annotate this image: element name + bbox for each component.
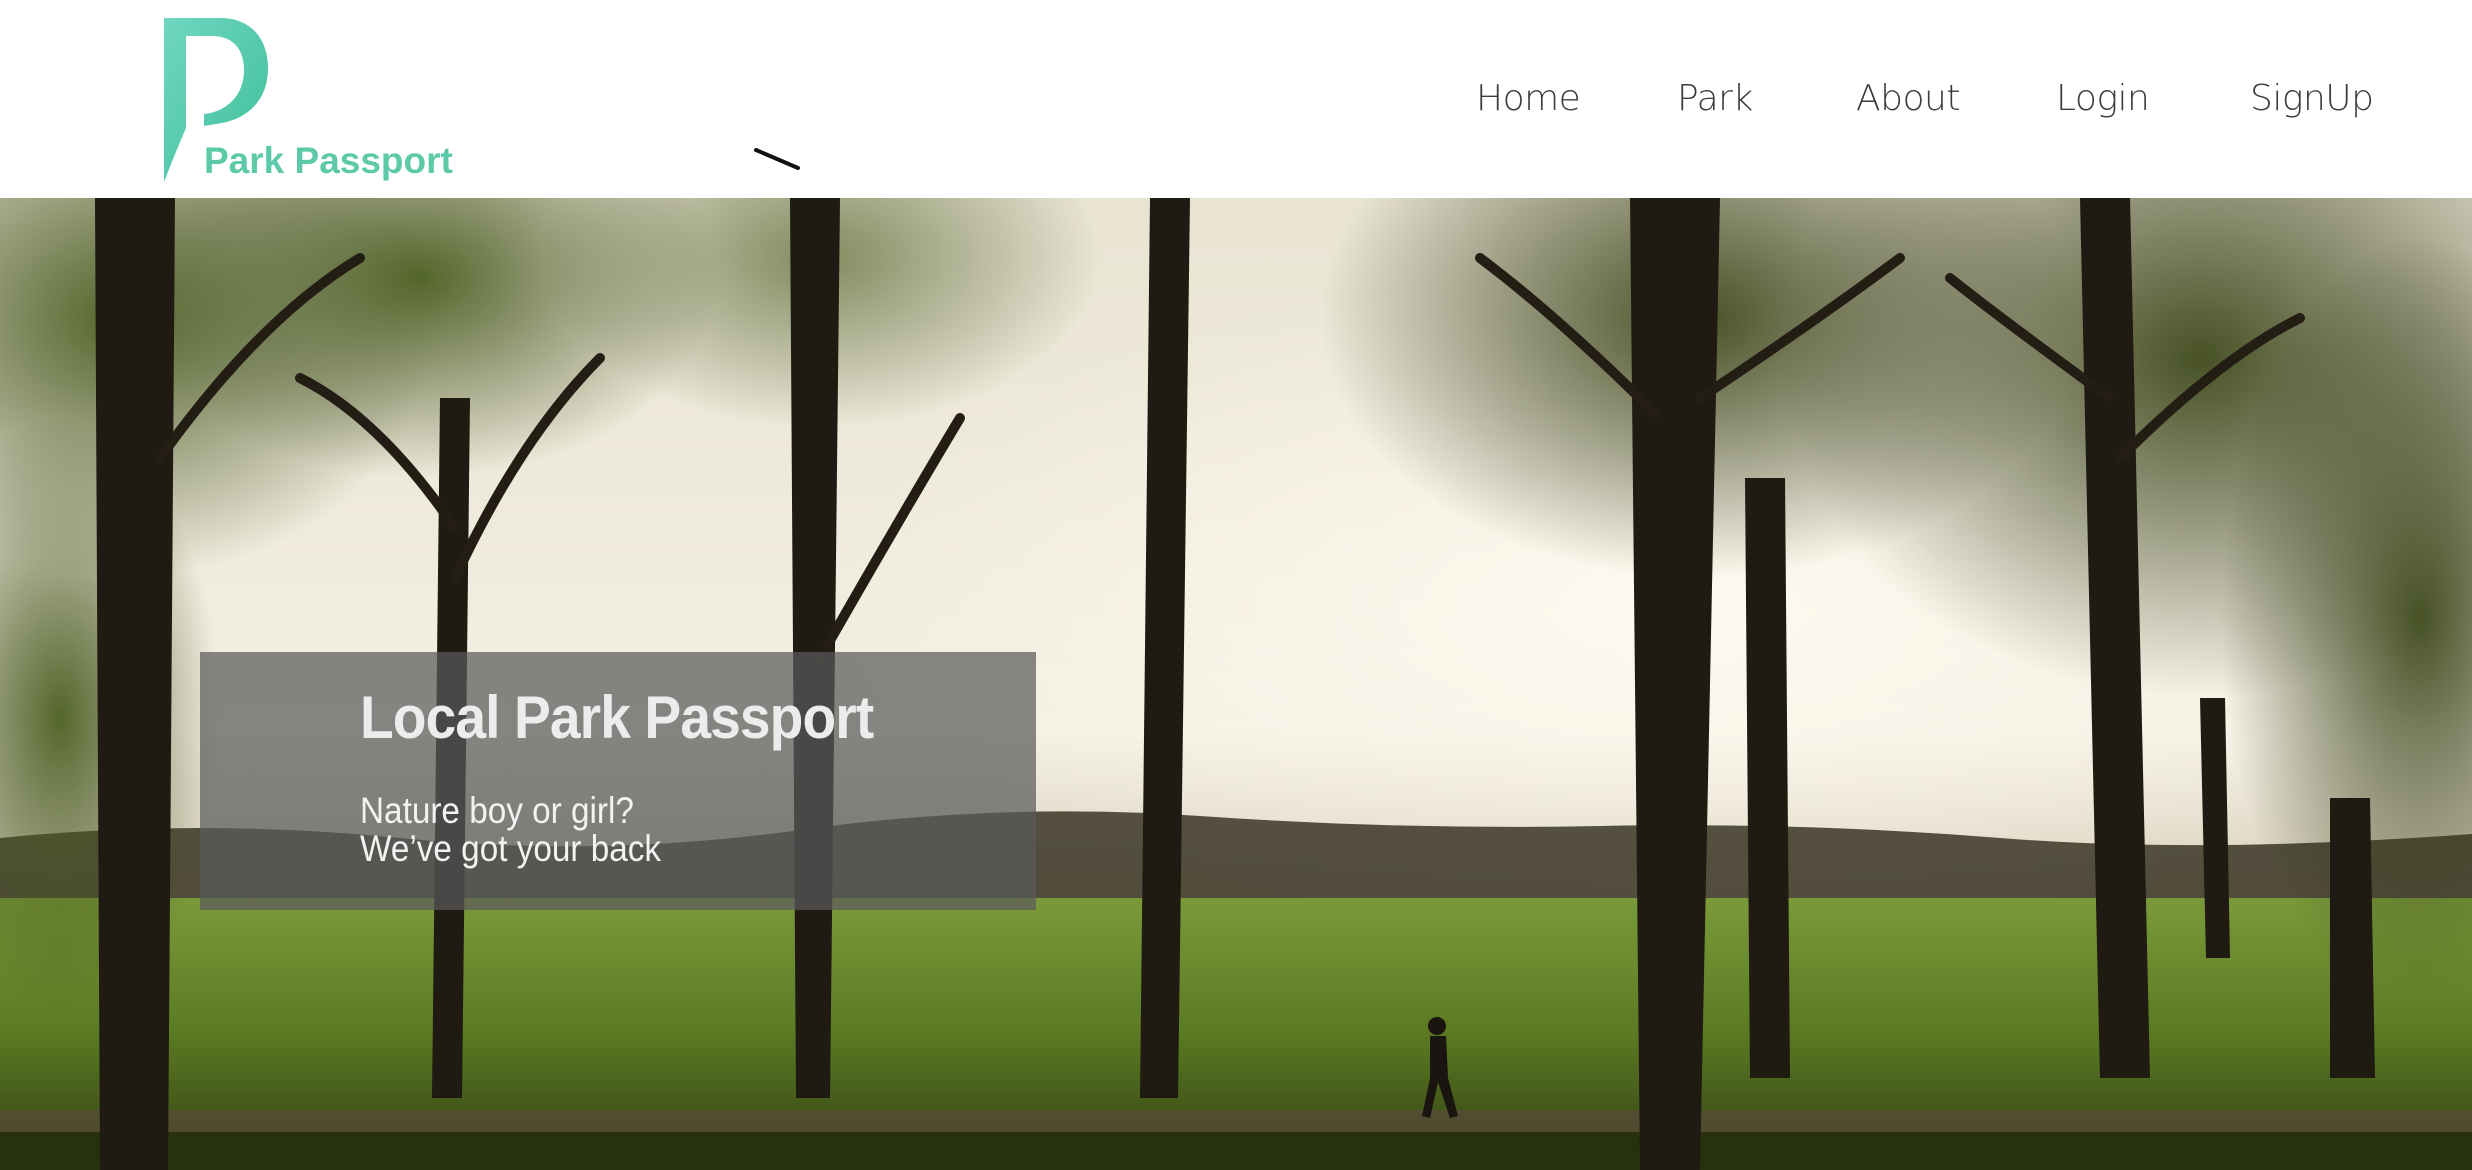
hero-title: Local Park Passport — [360, 684, 874, 751]
hero-section: Local Park Passport Nature boy or girl? … — [0, 198, 2472, 1170]
brand-logo-link[interactable]: Park Passport — [160, 16, 480, 182]
nav-park[interactable]: Park — [1677, 72, 1753, 126]
hero-overlay-card: Local Park Passport Nature boy or girl? … — [200, 652, 1036, 910]
hero-tagline-line2: We’ve got your back — [360, 828, 662, 869]
site-header: Park Passport Home Park About Login Sign… — [0, 0, 2472, 198]
cursor-mark — [754, 148, 800, 170]
hero-tagline-line1: Nature boy or girl? — [360, 790, 634, 831]
nav-about[interactable]: About — [1856, 72, 1960, 126]
nav-home[interactable]: Home — [1476, 72, 1581, 126]
page: Park Passport Home Park About Login Sign… — [0, 0, 2472, 1170]
brand-name: Park Passport — [204, 140, 453, 181]
nav-login[interactable]: Login — [2056, 72, 2150, 126]
nav-signup[interactable]: SignUp — [2250, 72, 2374, 126]
